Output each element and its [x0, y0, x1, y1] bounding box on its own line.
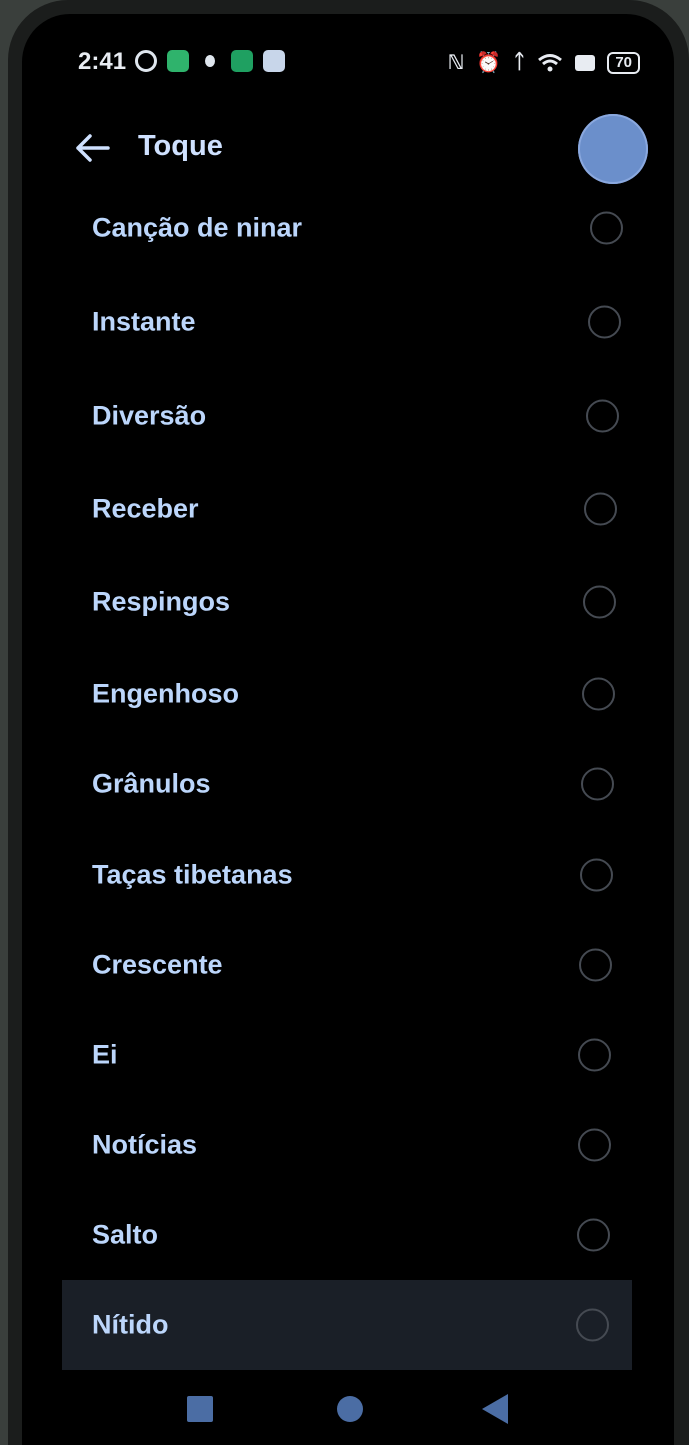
ringtone-item[interactable]: Grânulos — [22, 739, 674, 829]
ringtone-label: Nítido — [92, 1309, 169, 1340]
system-status-icons: ℕ ⏰ ᛏ 70 — [448, 50, 640, 75]
status-bar: 2:41 ℕ ⏰ ᛏ 70 — [22, 14, 674, 114]
ringtone-radio[interactable] — [577, 1218, 610, 1252]
ringtone-label: Diversão — [92, 400, 207, 431]
navigation-bar — [22, 1374, 674, 1444]
ringtone-item[interactable]: Salto — [22, 1190, 674, 1280]
nfc-icon: ℕ — [447, 52, 465, 74]
ringtone-radio[interactable] — [586, 399, 619, 433]
ringtone-item[interactable]: Ei — [22, 1010, 674, 1100]
ringtone-item[interactable]: Notícias — [22, 1100, 674, 1190]
ringtone-label: Instante — [92, 306, 196, 337]
ringtone-radio[interactable] — [584, 492, 617, 526]
ringtone-item[interactable]: Crescente — [22, 920, 674, 1010]
phone-screen: 2:41 ℕ ⏰ ᛏ 70 Toque Canção de ninar Inst… — [22, 14, 674, 1445]
wifi-icon — [538, 53, 563, 71]
message-icon — [263, 50, 285, 72]
ringtone-radio[interactable] — [583, 585, 616, 619]
ringtone-item[interactable]: Engenhoso — [22, 649, 674, 739]
ringtone-item[interactable]: Taças tibetanas — [22, 830, 674, 920]
download-icon — [231, 50, 253, 72]
ringtone-radio[interactable] — [590, 211, 623, 245]
floating-action-button[interactable] — [578, 114, 648, 184]
battery-icon: 70 — [607, 51, 640, 74]
page-title: Toque — [138, 130, 223, 162]
status-time: 2:41 — [78, 48, 127, 75]
ringtone-label: Respingos — [92, 586, 231, 617]
ringtone-label: Receber — [92, 493, 199, 524]
ringtone-label: Engenhoso — [92, 678, 239, 709]
ringtone-label: Taças tibetanas — [92, 859, 293, 890]
ringtone-radio[interactable] — [582, 677, 615, 711]
ringtone-label: Ei — [92, 1039, 118, 1070]
back-icon[interactable] — [482, 1394, 508, 1424]
ringtone-radio[interactable] — [579, 948, 612, 982]
notification-icons — [135, 50, 285, 72]
sim-icon — [575, 54, 596, 71]
ringtone-radio[interactable] — [588, 305, 621, 339]
ringtone-label: Grânulos — [92, 768, 211, 799]
ringtone-radio[interactable] — [581, 767, 614, 801]
ringtone-item[interactable]: Nítido — [62, 1280, 632, 1370]
ringtone-label: Canção de ninar — [92, 212, 303, 243]
app-grid-icon — [167, 50, 189, 72]
ringtone-label: Salto — [92, 1219, 159, 1250]
home-icon[interactable] — [337, 1396, 363, 1422]
ringtone-radio[interactable] — [578, 1038, 611, 1072]
back-arrow-icon[interactable] — [72, 130, 112, 166]
settings-icon — [135, 50, 157, 72]
recents-icon[interactable] — [187, 1396, 213, 1422]
ringtone-label: Crescente — [92, 949, 223, 980]
ringtone-item[interactable]: Canção de ninar — [22, 183, 674, 273]
alarm-icon: ⏰ — [476, 52, 502, 74]
ringtone-item[interactable]: Diversão — [22, 371, 674, 461]
ringtone-label: Notícias — [92, 1129, 198, 1160]
ringtone-radio[interactable] — [576, 1308, 609, 1342]
ringtone-item[interactable]: Instante — [22, 277, 674, 367]
ringtone-radio[interactable] — [580, 858, 613, 892]
ringtone-item[interactable]: Receber — [22, 464, 674, 554]
bug-icon — [205, 55, 215, 67]
ringtone-item[interactable]: Respingos — [22, 557, 674, 647]
ringtone-radio[interactable] — [578, 1128, 611, 1162]
bluetooth-icon: ᛏ — [513, 51, 526, 73]
